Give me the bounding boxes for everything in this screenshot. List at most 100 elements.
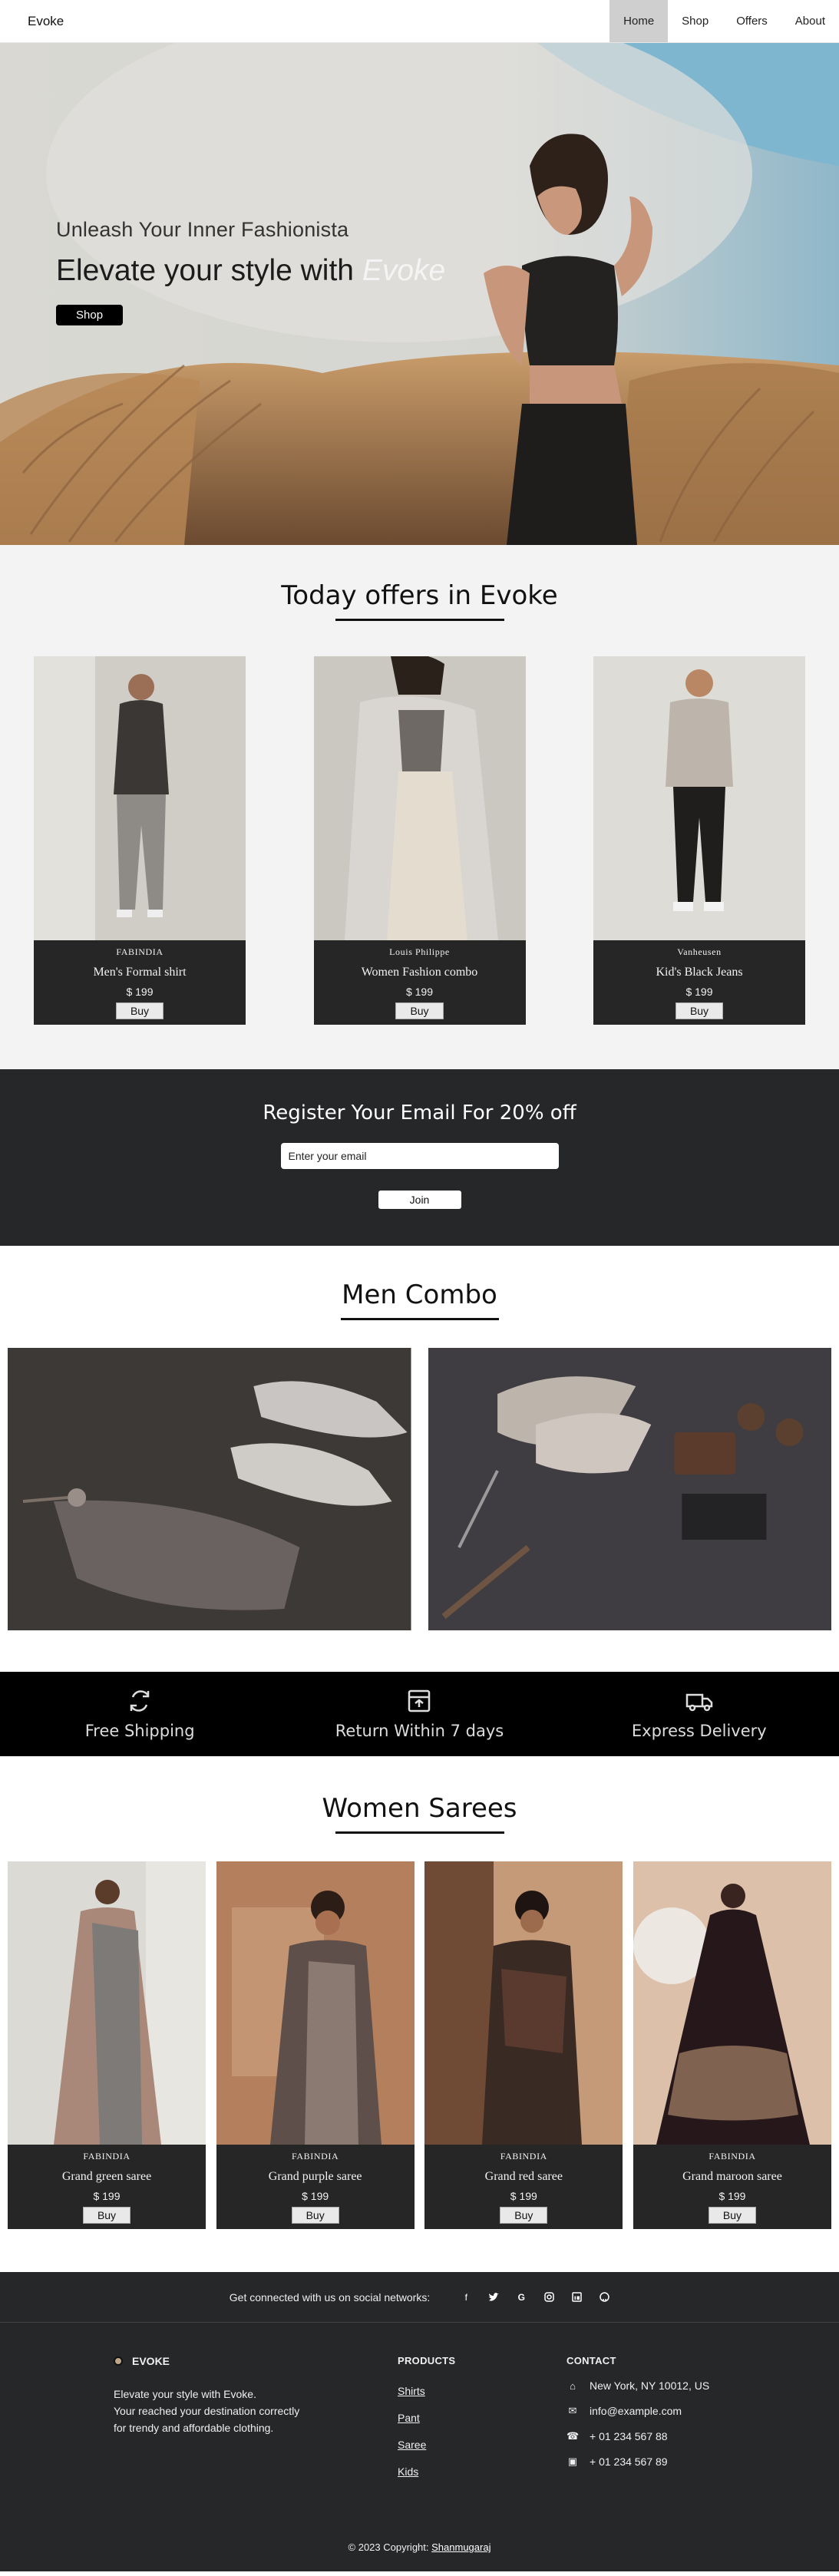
product-price: $ 199 [405, 986, 434, 998]
features-bar: Free Shipping Return Within 7 days Expre… [0, 1672, 839, 1756]
product-brand: FABINDIA [116, 946, 164, 957]
buy-button[interactable]: Buy [291, 2207, 339, 2224]
copyright: © 2023 Copyright: Shanmugaraj [0, 2541, 839, 2553]
nav-links: Home Shop Offers About [609, 0, 839, 42]
join-button[interactable]: Join [378, 1191, 461, 1209]
nav-link-offers[interactable]: Offers [722, 0, 781, 42]
footer-brand: EVOKE [114, 2355, 398, 2367]
contact-text: + 01 234 567 88 [590, 2430, 668, 2442]
nav-link-about[interactable]: About [781, 0, 839, 42]
footer: EVOKE Elevate your style with Evoke. You… [0, 2323, 839, 2571]
twitter-icon[interactable] [488, 2292, 500, 2303]
footer-link-pant[interactable]: Pant [398, 2412, 566, 2424]
product-card: FABINDIA Men's Formal shirt $ 199 Buy [34, 656, 246, 1025]
brand-logo[interactable]: Evoke [28, 14, 64, 29]
envelope-icon: ✉ [568, 2405, 577, 2416]
product-card: FABINDIA Grand red saree $ 199 Buy [424, 1861, 623, 2229]
hero-title-prefix: Elevate your style with [56, 254, 355, 287]
refresh-box-icon [130, 1690, 150, 1712]
product-image[interactable] [313, 656, 526, 940]
product-card: FABINDIA Grand maroon saree $ 199 Buy [633, 1861, 831, 2229]
men-combo-image[interactable] [428, 1348, 831, 1630]
top-navbar: Evoke Home Shop Offers About [0, 0, 839, 43]
copyright-author-link[interactable]: Shanmugaraj [431, 2541, 491, 2553]
contact-email: ✉ info@example.com [566, 2405, 709, 2417]
product-price: $ 199 [93, 2190, 121, 2202]
men-combo-title-underline [340, 1318, 499, 1320]
buy-button[interactable]: Buy [115, 1002, 164, 1019]
google-icon[interactable]: G [516, 2292, 527, 2303]
shop-button[interactable]: Shop [56, 305, 124, 325]
product-brand: FABINDIA [292, 2151, 339, 2162]
product-info: Vanheusen Kid's Black Jeans $ 199 Buy [593, 940, 805, 1025]
contact-text: info@example.com [590, 2405, 682, 2417]
product-price: $ 199 [510, 2190, 537, 2202]
hero-text: Unleash Your Inner Fashionista Elevate y… [56, 218, 445, 325]
product-image[interactable] [8, 1861, 206, 2145]
product-brand: FABINDIA [500, 2151, 547, 2162]
product-info: Louis Philippe Women Fashion combo $ 199… [313, 940, 526, 1025]
product-name: Women Fashion combo [361, 966, 478, 979]
feature-return: Return Within 7 days [304, 1688, 534, 1740]
feature-label: Express Delivery [631, 1722, 767, 1740]
return-box-icon [408, 1689, 431, 1712]
footer-desc-line: Elevate your style with Evoke. [114, 2388, 256, 2400]
home-icon: ⌂ [570, 2379, 576, 2392]
brand-dot-icon [114, 2356, 123, 2366]
product-info: FABINDIA Grand green saree $ 199 Buy [8, 2145, 206, 2229]
men-combo-section: Men Combo [0, 1246, 839, 1672]
contact-text: + 01 234 567 89 [590, 2455, 668, 2468]
footer-link-saree[interactable]: Saree [398, 2439, 566, 2451]
hero-title-accent: Evoke [362, 254, 446, 287]
github-icon[interactable] [599, 2292, 609, 2303]
product-image[interactable] [34, 656, 246, 940]
product-brand: Louis Philippe [389, 946, 450, 957]
product-image[interactable] [424, 1861, 623, 2145]
product-brand: Vanheusen [677, 946, 722, 957]
product-brand: FABINDIA [709, 2151, 756, 2162]
product-name: Grand purple saree [268, 2170, 362, 2183]
hero-title: Elevate your style with Evoke [56, 254, 445, 288]
footer-columns: EVOKE Elevate your style with Evoke. You… [114, 2355, 839, 2478]
product-name: Kid's Black Jeans [656, 966, 743, 979]
facebook-icon[interactable]: f [461, 2292, 471, 2303]
contact-text: New York, NY 10012, US [590, 2379, 710, 2392]
product-card: FABINDIA Grand purple saree $ 199 Buy [216, 1861, 415, 2229]
printer-icon: ▣ [567, 2455, 578, 2467]
men-combo-title: Men Combo [342, 1280, 497, 1310]
hero-banner: Unleash Your Inner Fashionista Elevate y… [0, 43, 839, 545]
linkedin-icon[interactable] [571, 2292, 582, 2303]
copyright-text: © 2023 Copyright: [348, 2541, 429, 2553]
social-text: Get connected with us on social networks… [229, 2290, 431, 2304]
product-info: FABINDIA Grand purple saree $ 199 Buy [216, 2145, 415, 2229]
sarees-title: Women Sarees [322, 1793, 517, 1824]
email-input[interactable] [280, 1143, 559, 1169]
product-card: Louis Philippe Women Fashion combo $ 199… [313, 656, 526, 1025]
nav-link-home[interactable]: Home [609, 0, 669, 42]
contact-fax: ▣ + 01 234 567 89 [566, 2455, 709, 2468]
footer-desc-line: Your reached your destination correctly [114, 2405, 300, 2417]
feature-label: Return Within 7 days [335, 1722, 504, 1740]
footer-desc-line: for trendy and affordable clothing. [114, 2422, 274, 2434]
social-icons: f G [461, 2292, 609, 2303]
product-name: Grand maroon saree [682, 2170, 782, 2183]
nav-link-shop[interactable]: Shop [668, 0, 722, 42]
footer-products: PRODUCTS Shirts Pant Saree Kids [398, 2355, 566, 2478]
buy-button[interactable]: Buy [82, 2207, 131, 2224]
product-info: FABINDIA Grand maroon saree $ 199 Buy [633, 2145, 831, 2229]
buy-button[interactable]: Buy [708, 2207, 757, 2224]
buy-button[interactable]: Buy [500, 2207, 548, 2224]
product-image[interactable] [633, 1861, 831, 2145]
footer-link-shirts[interactable]: Shirts [398, 2385, 566, 2397]
product-image[interactable] [593, 656, 805, 940]
buy-button[interactable]: Buy [675, 1002, 724, 1019]
product-info: FABINDIA Men's Formal shirt $ 199 Buy [34, 940, 246, 1025]
men-combo-image[interactable] [8, 1348, 411, 1630]
instagram-icon[interactable] [543, 2292, 554, 2303]
product-image[interactable] [216, 1861, 415, 2145]
product-price: $ 199 [718, 2190, 746, 2202]
social-bar: Get connected with us on social networks… [0, 2272, 839, 2323]
product-info: FABINDIA Grand red saree $ 199 Buy [424, 2145, 623, 2229]
footer-link-kids[interactable]: Kids [398, 2465, 566, 2478]
buy-button[interactable]: Buy [395, 1002, 444, 1019]
